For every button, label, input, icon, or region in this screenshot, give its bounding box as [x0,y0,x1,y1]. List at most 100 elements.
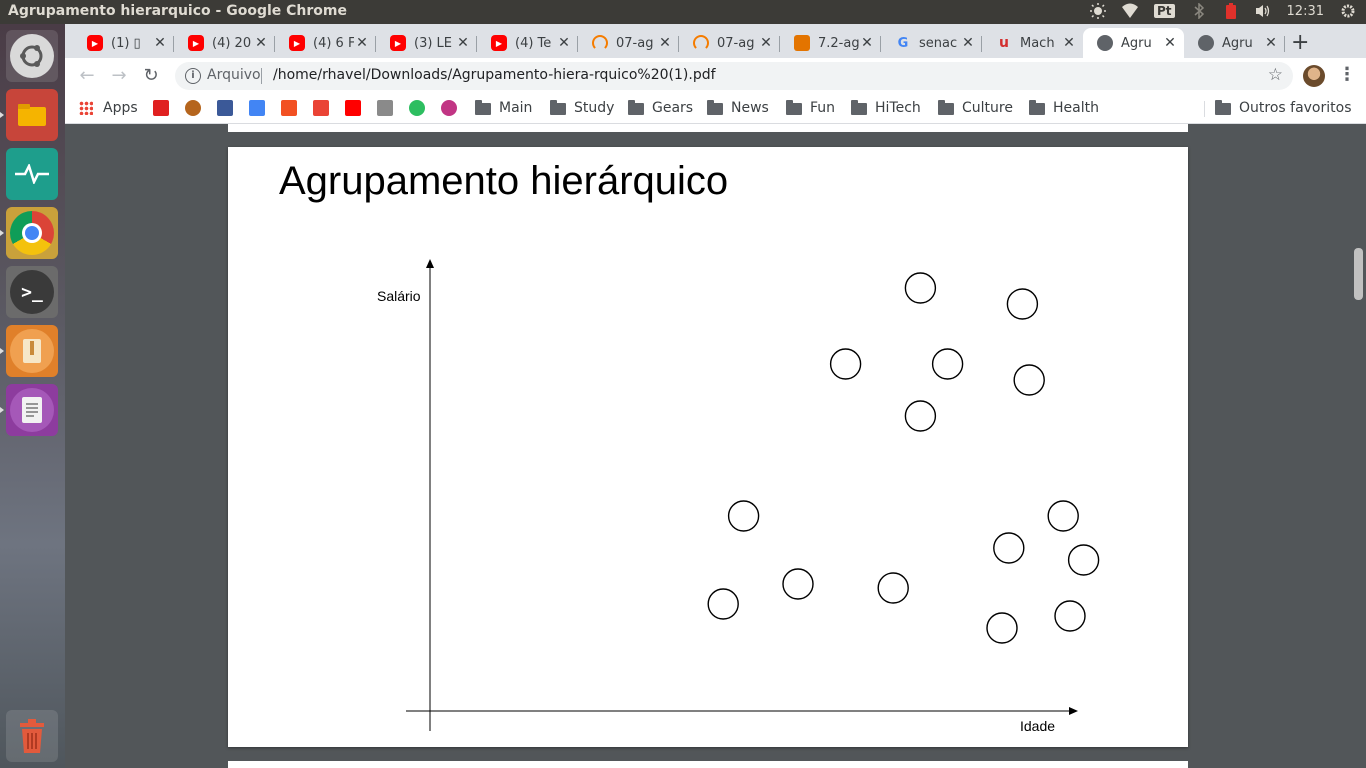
close-tab-icon[interactable]: ✕ [1061,35,1077,51]
trash-icon[interactable] [6,710,58,762]
tab-label: 07-ag [616,35,654,51]
loading-icon [693,35,709,51]
tab-4[interactable]: ▶ (3) LE ✕ [376,28,477,58]
folder-icon [786,99,802,115]
tab-1[interactable]: ▶ (1) ▯ ✕ [73,28,174,58]
bookmark-folder-culture[interactable]: Culture [938,99,1013,116]
ubuntu-dash-icon[interactable] [6,30,58,82]
bookmark-folder-study[interactable]: Study [550,99,614,116]
bookmark-label: Main [499,100,533,116]
tab-10[interactable]: u Mach ✕ [982,28,1083,58]
close-tab-icon[interactable]: ✕ [1162,35,1178,51]
folder-icon [1029,99,1045,115]
chrome-menu-icon[interactable]: ⋮ [1338,64,1356,85]
brightness-icon[interactable] [1090,3,1106,19]
battery-icon[interactable] [1223,3,1239,19]
bookmark-folder-main[interactable]: Main [475,99,533,116]
bookmark-apps[interactable]: Apps [79,100,138,116]
profile-avatar[interactable] [1303,65,1325,87]
tab-7[interactable]: 07-ag ✕ [679,28,780,58]
scrollbar-thumb[interactable] [1354,248,1363,300]
tab-6[interactable]: 07-ag ✕ [578,28,679,58]
microsoft-icon[interactable] [281,100,297,116]
youtube-icon: ▶ [87,35,103,51]
text-editor-icon[interactable] [0,384,58,436]
close-tab-icon[interactable]: ✕ [455,35,471,51]
back-button[interactable]: ← [75,64,99,88]
bookmark-label: Apps [103,100,138,116]
bookmark-favicon [217,100,233,116]
tab-5[interactable]: ▶ (4) Te ✕ [477,28,578,58]
volume-icon[interactable] [1255,3,1271,19]
tab-label: Agru [1121,35,1152,51]
translate-icon[interactable] [249,100,265,116]
google-icon: G [897,35,909,51]
address-bar[interactable]: i Arquivo /home/rhavel/Downloads/Agrupam… [175,62,1293,90]
system-monitor-icon[interactable] [6,148,58,200]
bookmark-folder-news[interactable]: News [707,99,769,116]
tab-8[interactable]: 7.2-ag ✕ [780,28,881,58]
site-info-icon[interactable]: i [185,68,201,84]
forward-button[interactable]: → [107,64,131,88]
close-tab-icon[interactable]: ✕ [354,35,370,51]
address-url[interactable]: /home/rhavel/Downloads/Agrupamento-hiera… [273,67,716,83]
tab-3[interactable]: ▶ (4) 6 F ✕ [275,28,376,58]
tab-11[interactable]: Agru ✕ [1083,28,1184,58]
youtube-bookmark-icon[interactable] [345,100,361,116]
bookmark-star-icon[interactable]: ☆ [1268,65,1283,85]
globe-icon [1097,35,1113,51]
reddit-r-icon[interactable] [153,100,169,116]
book-open-icon[interactable] [377,100,393,116]
scatter-point-5 [904,272,937,304]
bookmark-favicon [185,100,201,116]
evernote-icon[interactable] [409,100,425,116]
close-tab-icon[interactable]: ✕ [152,35,168,51]
chrome-icon[interactable] [0,207,58,259]
y-axis-label: Salário [377,288,421,304]
bookmarks-bar: Apps Main Study Gears News Fun HiTech Culture He… [65,94,1366,124]
new-tab-button[interactable]: + [1291,30,1309,55]
loading-icon [592,35,608,51]
instagram-icon[interactable] [441,100,457,116]
apps-grid-icon [79,101,93,115]
reload-button[interactable]: ↻ [139,64,163,88]
system-tray: Pt 12:31 [1090,2,1356,20]
keyboard-layout-indicator[interactable]: Pt [1154,4,1175,18]
youtube-icon: ▶ [289,35,305,51]
gmail-icon[interactable] [313,100,329,116]
ball-icon[interactable] [185,100,201,116]
tab-2[interactable]: ▶ (4) 20 ✕ [174,28,275,58]
close-tab-icon[interactable]: ✕ [657,35,673,51]
close-tab-icon[interactable]: ✕ [556,35,572,51]
bookmarks-divider [1204,101,1205,117]
bookmark-folder-gears[interactable]: Gears [628,99,693,116]
youtube-icon: ▶ [491,35,507,51]
chrome-window: ▶ (1) ▯ ✕ ▶ (4) 20 ✕ ▶ (4) 6 F ✕ ▶ (3) LE ✕ ▶ (4) Te ✕… [65,24,1366,768]
bookmark-folder-other[interactable]: Outros favoritos [1215,99,1352,116]
terminal-icon[interactable]: >_ [6,266,58,318]
bookmark-label: News [731,100,769,116]
bookmark-folder-hitech[interactable]: HiTech [851,99,921,116]
browser-toolbar: ← → ↻ i Arquivo /home/rhavel/Downloads/A… [65,58,1366,94]
bluetooth-icon[interactable] [1191,2,1207,20]
facebook-icon[interactable] [217,100,233,116]
bookmark-label: Outros favoritos [1239,100,1352,116]
brand-icon: u [999,35,1009,51]
archive-manager-icon[interactable] [0,325,58,377]
vertical-scrollbar[interactable] [1351,124,1366,768]
tab-12[interactable]: Agru ✕ [1184,28,1285,58]
tab-9[interactable]: Gsenac ✕ [881,28,982,58]
pdf-viewer[interactable]: Agrupamento hierárquico Salário Idade [65,124,1366,768]
power-gear-icon[interactable] [1340,3,1356,19]
bookmark-folder-fun[interactable]: Fun [786,99,835,116]
close-tab-icon[interactable]: ✕ [960,35,976,51]
files-icon[interactable] [0,89,58,141]
close-tab-icon[interactable]: ✕ [1263,35,1279,51]
close-tab-icon[interactable]: ✕ [859,35,875,51]
close-tab-icon[interactable]: ✕ [758,35,774,51]
bookmark-folder-health[interactable]: Health [1029,99,1099,116]
wifi-icon[interactable] [1122,3,1138,19]
close-tab-icon[interactable]: ✕ [253,35,269,51]
address-divider [261,68,262,84]
clock[interactable]: 12:31 [1287,4,1324,19]
